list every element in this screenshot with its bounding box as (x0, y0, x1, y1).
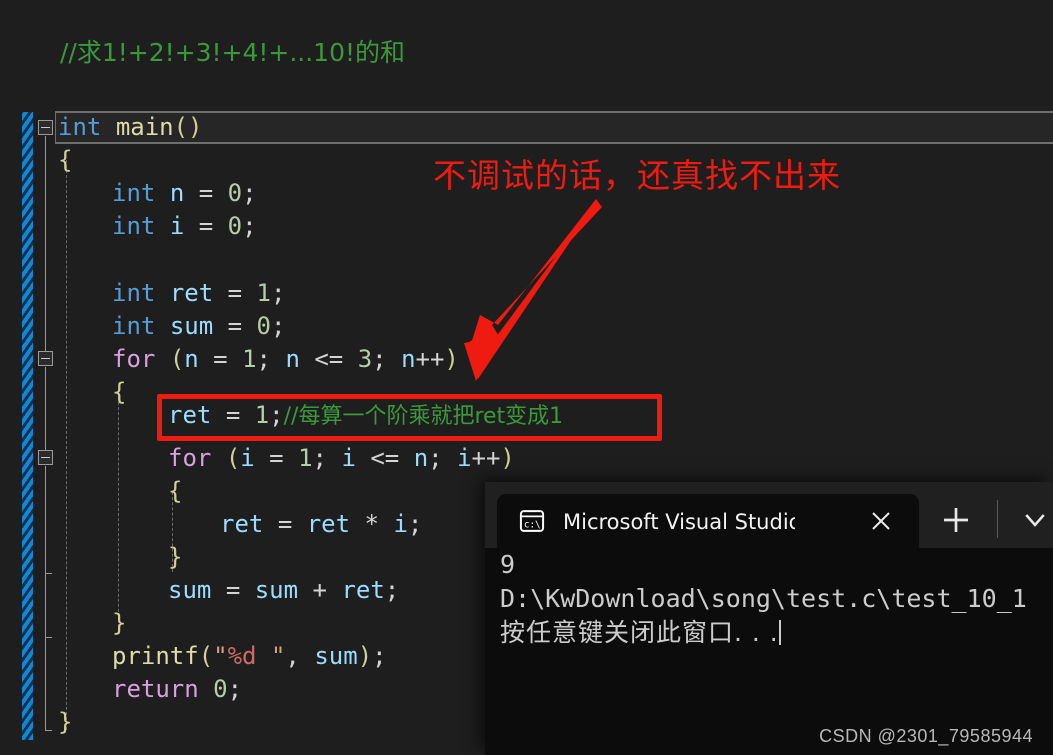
console-caret (778, 620, 781, 645)
fold-bracket-outer-tail (45, 573, 46, 637)
terminal-icon: c:\ (519, 510, 545, 532)
fold-bracket-main-foot (45, 730, 52, 731)
console-tab-strip[interactable]: c:\ Microsoft Visual Studio 调试挡 (485, 482, 1053, 548)
fold-toggle-for-inner-icon[interactable] (38, 450, 53, 465)
code-line-comment-header: //求1!+2!+3!+4!+...10!的和 (60, 38, 406, 67)
code-line-for-outer: for (n = 1; n <= 3; n++) (112, 345, 459, 373)
code-line-brace-outer-open: { (112, 378, 127, 406)
code-line-main-signature: int main() (58, 113, 203, 141)
code-line-for-inner: for (i = 1; i <= n; i++) (168, 444, 515, 472)
console-output-text: 按任意键关闭此窗口. . . (500, 618, 779, 647)
code-line-decl-i: int i = 0; (112, 212, 257, 240)
console-tab[interactable]: c:\ Microsoft Visual Studio 调试挡 (497, 494, 919, 548)
code-line-close-brace: } (58, 708, 73, 736)
console-window[interactable]: c:\ Microsoft Visual Studio 调试挡 9 D:\KwD… (485, 482, 1053, 755)
code-line-brace-inner-open: { (168, 477, 183, 505)
annotation-note-text: 不调试的话，还真找不出来 (433, 156, 841, 195)
console-tab-title: Microsoft Visual Studio 调试挡 (563, 510, 795, 534)
current-line-highlight (55, 111, 1053, 144)
new-tab-icon[interactable] (940, 504, 972, 536)
code-line-return: return 0; (112, 675, 243, 703)
console-output-line: 9 (500, 550, 516, 579)
code-line-decl-sum: int sum = 0; (112, 312, 286, 340)
indent-guide-level-2 (118, 392, 119, 632)
code-line-sum-add: sum = sum + ret; (168, 576, 400, 604)
fold-toggle-for-outer-icon[interactable] (38, 351, 53, 366)
code-line-printf: printf("%d ", sum); (112, 642, 387, 670)
fold-bracket-main-tail (45, 637, 46, 730)
csdn-watermark: CSDN @2301_79585944 (819, 726, 1033, 746)
code-line-decl-n: int n = 0; (112, 179, 257, 207)
console-output-line: 按任意键关闭此窗口. . . (485, 616, 1053, 650)
screenshot-root: //求1!+2!+3!+4!+...10!的和 int main() {int… (0, 0, 1053, 755)
fold-bracket-outer-foot (45, 637, 52, 638)
code-line-brace-outer-close: } (112, 609, 127, 637)
console-output-area[interactable]: 9 D:\KwDownload\song\test.c\test_10_1 按任… (485, 548, 1053, 755)
fold-bracket-inner-foot (45, 573, 52, 574)
indent-guide-level-1 (66, 160, 67, 730)
fold-toggle-main-icon[interactable] (38, 120, 53, 135)
code-line-decl-ret: int ret = 1; (112, 279, 286, 307)
code-line-brace-inner-close: } (168, 543, 183, 571)
chevron-down-icon[interactable] (1020, 508, 1050, 532)
code-line-open-brace: { (58, 146, 73, 174)
toolbar-divider (997, 500, 998, 538)
fold-bracket-main (45, 136, 46, 351)
code-line-multiply: ret = ret * i; (220, 510, 423, 538)
close-icon[interactable] (869, 509, 893, 533)
code-folding-column[interactable] (0, 0, 60, 755)
svg-text:c:\: c:\ (524, 519, 541, 530)
fold-bracket-for-outer (45, 367, 46, 450)
console-output-line: D:\KwDownload\song\test.c\test_10_1 (500, 584, 1027, 613)
fold-bracket-for-inner (45, 466, 46, 573)
annotation-highlight-box (157, 394, 662, 441)
